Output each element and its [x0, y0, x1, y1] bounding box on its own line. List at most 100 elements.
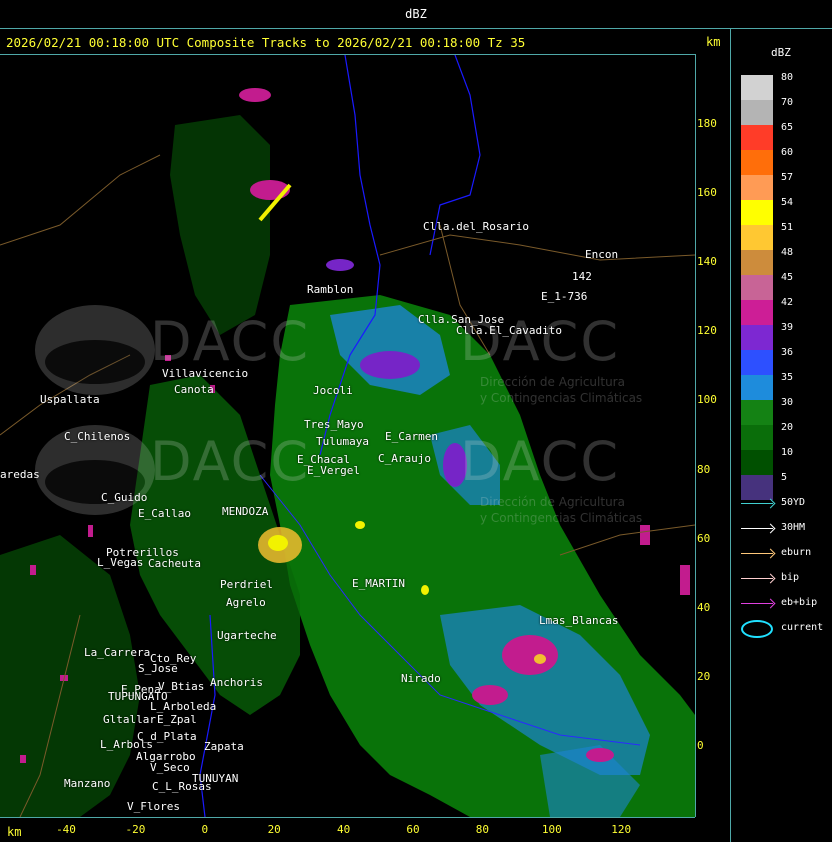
place-label: Ramblon: [307, 283, 354, 296]
place-label: Nirado: [401, 672, 441, 685]
place-label: V_Seco: [150, 761, 190, 774]
place-label: Tres_Mayo: [304, 418, 364, 431]
echo-core-8: [326, 259, 354, 271]
watermark-text-3: DACC: [150, 430, 311, 493]
watermark-text-1: DACC: [150, 310, 311, 373]
legend-swatch: [741, 425, 773, 450]
place-label: Tulumaya: [316, 435, 369, 448]
echo-cell-2: [534, 654, 546, 664]
legend-scale-label: 70: [781, 97, 794, 108]
legend-track-item: 50YD: [741, 497, 832, 511]
x-tick-label: 120: [611, 823, 632, 836]
track-arrow-icon: [741, 528, 773, 529]
place-label: Cacheuta: [148, 557, 201, 570]
road-1: [0, 154, 161, 246]
track-arrow-icon: [741, 603, 773, 604]
place-label: C_Araujo: [378, 452, 431, 465]
place-label: Ugarteche: [217, 629, 277, 642]
legend-scale-label: 65: [781, 122, 794, 133]
place-label: La_Carrera: [84, 646, 151, 659]
x-tick-label: -40: [56, 823, 76, 836]
place-label: Canota: [174, 383, 214, 396]
echo-cell-core-yellow: [268, 535, 288, 551]
place-label: E_Vergel: [307, 464, 360, 477]
y-tick-label: 40: [697, 600, 711, 614]
place-label: C_d_Plata: [137, 730, 197, 743]
legend-scale-label: 54: [781, 197, 794, 208]
place-label: V_Flores: [127, 800, 180, 813]
y-tick-label: 120: [697, 324, 717, 338]
legend-swatch: [741, 250, 773, 275]
legend-swatch: [741, 400, 773, 425]
radar-map[interactable]: DACC DACC Dirección de Agricultura y Con…: [0, 55, 695, 817]
legend-title: dBZ: [771, 46, 791, 59]
legend-swatch: [741, 375, 773, 400]
legend-swatch: [741, 150, 773, 175]
frame-line-map-bottom: [0, 817, 695, 818]
legend-swatch: [741, 350, 773, 375]
legend-scale-label: 20: [781, 422, 794, 433]
echo-core-7: [239, 88, 271, 102]
place-label: Lmas_Blancas: [539, 614, 619, 627]
echo-core-3: [502, 635, 558, 675]
legend-swatch: [741, 100, 773, 125]
place-label: Encon: [585, 248, 619, 261]
legend-track-label: 50YD: [781, 497, 806, 508]
legend-track-label: current: [781, 622, 824, 633]
place-label: Anchoris: [210, 676, 263, 689]
watermark-subtitle-1: Dirección de Agricultura: [480, 375, 625, 389]
place-label: aredas: [0, 468, 40, 481]
track-arrow-icon: [741, 503, 773, 504]
legend-swatch: [741, 275, 773, 300]
place-label: E_Zpal: [157, 713, 197, 726]
y-tick-label: 180: [697, 117, 717, 130]
top-bar-label: dBZ: [405, 7, 427, 21]
legend-swatch: [741, 175, 773, 200]
watermark-subtitle-3: Dirección de Agricultura: [480, 495, 625, 509]
place-label: Agrelo: [226, 596, 266, 609]
x-tick-label: 0: [201, 823, 209, 836]
y-tick-label: 60: [697, 531, 711, 545]
y-tick-label: 80: [697, 462, 711, 476]
legend-scale-label: 42: [781, 297, 794, 308]
legend-track-item: eb+bip: [741, 597, 832, 611]
legend-track-item: current: [741, 620, 832, 638]
legend-scale-label: 45: [781, 272, 794, 283]
legend-swatch: [741, 450, 773, 475]
place-label: MENDOZA: [222, 505, 269, 518]
legend-track-label: 30HM: [781, 522, 806, 533]
x-tick-label: 60: [406, 823, 420, 836]
top-bar: dBZ: [0, 0, 832, 28]
place-label: L_Arboleda: [150, 700, 217, 713]
x-tick-label: -20: [125, 823, 146, 836]
track-arrow-icon: [741, 578, 773, 579]
legend-track-label: bip: [781, 572, 800, 583]
place-label: C_Guido: [101, 491, 148, 504]
place-label: E_MARTIN: [352, 577, 405, 590]
legend-scale-label: 51: [781, 222, 794, 233]
place-label: Clla.El_Cavadito: [456, 324, 562, 337]
watermark-subtitle-2: y Contingencias Climáticas: [480, 391, 643, 405]
y-tick-label: 0: [697, 738, 704, 752]
echo-cell-4: [421, 585, 429, 595]
place-label: Perdriel: [220, 578, 273, 591]
x-tick-label: 100: [541, 823, 562, 836]
current-ellipse-icon: [741, 620, 773, 638]
y-tick-label: 20: [697, 669, 711, 683]
legend-panel: dBZ 80 70 65 60 57 54 51 48 45 42 39 36 35 30 20 10 5 50…: [731, 28, 832, 842]
place-label: Villavicencio: [162, 367, 249, 380]
x-tick-label: 20: [267, 823, 281, 836]
map-title: 2026/02/21 00:18:00 UTC Composite Tracks…: [6, 35, 526, 50]
frame-line-top: [0, 28, 832, 29]
legend-scale-label: 30: [781, 397, 794, 408]
x-tick-label: 80: [475, 823, 490, 836]
legend-swatch: [741, 125, 773, 150]
legend-scale-label: 36: [781, 347, 794, 358]
frame-line-map-right: [695, 54, 696, 817]
place-label: E_Carmen: [385, 430, 438, 443]
legend-track-label: eburn: [781, 547, 812, 558]
x-tick-label: 40: [336, 823, 351, 836]
legend-scale-label: 35: [781, 372, 794, 383]
legend-track-item: bip: [741, 572, 832, 586]
echo-core-4: [472, 685, 508, 705]
